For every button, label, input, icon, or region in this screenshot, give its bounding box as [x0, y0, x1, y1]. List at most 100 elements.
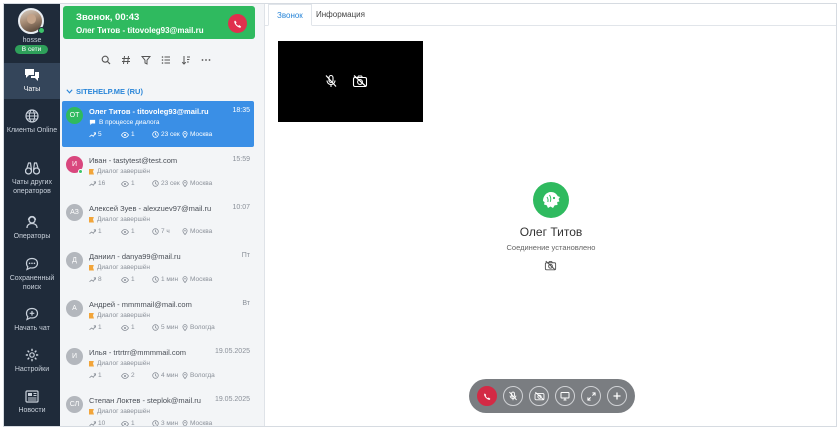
conversation-item[interactable]: АЗ Алексей Зуев - alexzuev97@mail.ru 10:07…: [62, 198, 254, 244]
conversation-item[interactable]: А Андрей - mmmmail@mail.com Вт Диалог завер…: [62, 294, 254, 340]
flag-icon: [89, 360, 94, 367]
status-text: В процессе диалога: [99, 119, 160, 126]
contact-avatar: И: [66, 348, 83, 365]
conversation-item[interactable]: И Иван - tastytest@test.com 15:59 Диалог за…: [62, 150, 254, 196]
sidebar-item-start-chat[interactable]: Начать чат: [4, 307, 60, 333]
list-toolbar: [100, 54, 212, 66]
banner-hangup-button[interactable]: [228, 14, 247, 33]
flag-icon: [89, 264, 94, 271]
chat-bubbles-icon: [25, 69, 39, 81]
eye-icon: [121, 324, 129, 331]
active-call-banner[interactable]: Звонок, 00:43 Олег Титов - titovoleg93@m…: [63, 6, 255, 39]
username: hosse: [22, 37, 42, 44]
duration: 23 сек: [161, 131, 180, 138]
messages-icon: [89, 420, 96, 426]
mute-mic-button[interactable]: [503, 386, 523, 406]
online-indicator: [78, 169, 83, 174]
tag-filter-button[interactable]: [120, 54, 132, 66]
conversation-status: В процессе диалога: [89, 119, 159, 126]
filter-button[interactable]: [140, 54, 152, 66]
contact-name: Илья - trtrtrr@mmmmail.com: [89, 348, 187, 357]
city: Москва: [190, 420, 213, 427]
call-view: Звонок Информация Олег Титов Соединение …: [265, 4, 836, 426]
group-header[interactable]: SITEHELP.ME (RU): [66, 87, 143, 96]
conversation-item[interactable]: ОТ Олег Титов - titovoleg93@mail.ru 18:35 В…: [62, 101, 254, 147]
conversation-meta: 8 1 1 мин Москва: [89, 276, 212, 283]
toggle-camera-button[interactable]: [529, 386, 549, 406]
clock-icon: [152, 420, 159, 426]
contact-avatar: АЗ: [66, 204, 83, 221]
conversation-time: 19.05.2025: [214, 396, 250, 403]
messages-icon: [89, 131, 96, 137]
conversation-item[interactable]: СЛ Степан Локтев - steplok@mail.ru 19.05.2…: [62, 390, 254, 427]
messages-icon: [89, 228, 96, 234]
status-badge[interactable]: В сети: [15, 45, 48, 54]
contact-name: Степан Локтев - steplok@mail.ru: [89, 396, 201, 405]
chat-bubble-icon: [89, 119, 96, 126]
app-window: hosse В сети Чаты Клиенты Online Чаты др…: [3, 3, 837, 427]
sidebar-item-settings[interactable]: Настройки: [4, 348, 60, 374]
view-count: 1: [131, 420, 135, 427]
eye-icon: [121, 420, 129, 426]
expand-icon: [586, 391, 596, 401]
view-count: 1: [131, 276, 135, 283]
contact-avatar: СЛ: [66, 396, 83, 413]
sort-button[interactable]: [180, 54, 192, 66]
mic-off-icon: [325, 74, 337, 87]
sidebar-item-chats[interactable]: Чаты: [4, 63, 60, 99]
sidebar-item-label: Начать чат: [14, 325, 50, 332]
more-button[interactable]: [200, 54, 212, 66]
message-count: 1: [98, 324, 102, 331]
status-text: Диалог завершён: [97, 312, 150, 319]
chevron-down-icon: [66, 89, 73, 94]
clock-icon: [152, 276, 159, 283]
contact-name: Андрей - mmmmail@mail.com: [89, 300, 192, 309]
globe-icon: [25, 109, 39, 123]
eye-icon: [121, 180, 129, 187]
sidebar-item-clients-online[interactable]: Клиенты Online: [4, 109, 60, 135]
clock-icon: [152, 131, 159, 138]
sidebar-item-label: Операторы: [13, 233, 51, 240]
sidebar-item-label: Чаты других операторов: [12, 179, 52, 195]
message-count: 1: [98, 372, 102, 379]
list-view-button[interactable]: [160, 54, 172, 66]
fullscreen-button[interactable]: [581, 386, 601, 406]
group-title: SITEHELP.ME (RU): [76, 87, 143, 96]
conversation-item[interactable]: И Илья - trtrtrr@mmmmail.com 19.05.2025 Диа…: [62, 342, 254, 388]
sidebar-item-label: Новости: [18, 407, 46, 414]
contact-name: Олег Титов - titovoleg93@mail.ru: [89, 107, 209, 116]
add-participant-button[interactable]: [607, 386, 627, 406]
sidebar-item-other-operators-chats[interactable]: Чаты других операторов: [4, 162, 60, 196]
tab-call[interactable]: Звонок: [268, 4, 312, 26]
location-pin-icon: [182, 324, 188, 331]
tab-info[interactable]: Информация: [308, 4, 373, 26]
contact-name: Алексей Зуев - alexzuev97@mail.ru: [89, 204, 212, 213]
city: Вологда: [190, 324, 215, 331]
conversation-item[interactable]: Д Даниил - danya99@mail.ru Пт Диалог заверш…: [62, 246, 254, 292]
conversation-meta: 10 1 3 мин Москва: [89, 420, 213, 427]
hangup-button[interactable]: [477, 386, 497, 406]
messages-icon: [89, 276, 96, 282]
duration: 7 ч: [161, 228, 170, 235]
camera-off-icon: [352, 75, 368, 88]
city: Москва: [190, 228, 213, 235]
sidebar-item-news[interactable]: Новости: [4, 390, 60, 415]
screen-share-button[interactable]: [555, 386, 575, 406]
status-text: Диалог завершён: [97, 216, 150, 223]
conversation-status: Диалог завершён: [89, 312, 150, 319]
sidebar-item-saved-search[interactable]: Сохраненный поиск: [4, 257, 60, 292]
eye-icon: [121, 372, 129, 379]
user-avatar[interactable]: [18, 8, 45, 34]
sidebar: hosse В сети Чаты Клиенты Online Чаты др…: [4, 4, 60, 426]
connection-status: Соединение установлено: [506, 243, 596, 252]
lion-logo-icon: [543, 192, 560, 208]
location-pin-icon: [182, 131, 188, 138]
monitor-icon: [560, 392, 570, 401]
conversation-meta: 1 1 5 мин Вологда: [89, 324, 215, 331]
search-button[interactable]: [100, 54, 112, 66]
sidebar-item-operators[interactable]: Операторы: [4, 215, 60, 241]
conversation-status: Диалог завершён: [89, 264, 150, 271]
conversation-time: 15:59: [232, 156, 250, 163]
saved-search-icon: [25, 257, 39, 271]
duration: 23 сек: [161, 180, 180, 187]
